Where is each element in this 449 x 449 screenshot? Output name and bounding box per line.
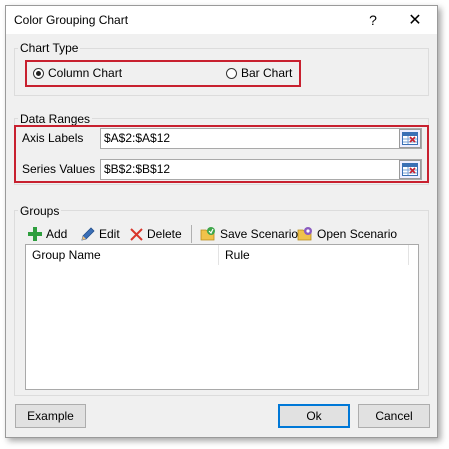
column-chart-radio[interactable]: Column Chart [33,66,122,80]
column-header-group-name[interactable]: Group Name [26,245,219,265]
pencil-icon [81,226,95,241]
bar-chart-radio[interactable]: Bar Chart [226,66,292,80]
groups-group-label: Groups [18,204,62,218]
close-icon: ✕ [408,12,422,29]
delete-button[interactable]: Delete [130,225,182,243]
help-button[interactable]: ? [356,6,390,34]
toolbar-separator [191,225,192,243]
ok-button[interactable]: Ok [278,404,350,428]
axis-labels-label: Axis Labels [22,131,84,145]
title-bar: Color Grouping Chart ? ✕ [6,6,437,34]
edit-label: Edit [99,227,120,241]
window-title: Color Grouping Chart [14,13,129,27]
dialog-body: Chart Type Column Chart Bar Chart Data R… [6,34,437,437]
bar-chart-label: Bar Chart [241,66,293,80]
edit-button[interactable]: Edit [80,225,120,243]
series-values-range-picker[interactable] [399,160,421,179]
groups-list[interactable]: Group Name Rule [25,244,419,390]
open-scenario-label: Open Scenario [317,227,398,241]
range-select-icon [402,132,418,145]
data-ranges-group-label: Data Ranges [18,112,93,126]
help-icon: ? [369,12,377,28]
radio-checked-icon [33,67,44,79]
example-button[interactable]: Example [15,404,86,428]
delete-x-icon [130,227,143,241]
open-scenario-button[interactable]: Open Scenario [297,225,397,243]
open-scenario-icon [297,227,312,241]
chart-type-group-label: Chart Type [18,41,81,55]
column-header-rule[interactable]: Rule [219,245,409,265]
color-grouping-chart-dialog: Color Grouping Chart ? ✕ Chart Type Colu… [5,5,438,438]
series-values-input[interactable]: $B$2:$B$12 [100,159,422,180]
plus-icon [28,227,42,241]
save-scenario-button[interactable]: Save Scenario [200,225,298,243]
range-select-icon [402,163,418,176]
add-label: Add [46,227,68,241]
axis-labels-range-picker[interactable] [399,129,421,148]
series-values-label: Series Values [22,162,96,176]
radio-unchecked-icon [226,67,237,79]
cancel-button[interactable]: Cancel [358,404,430,428]
save-scenario-label: Save Scenario [220,227,299,241]
close-button[interactable]: ✕ [398,6,432,34]
add-button[interactable]: Add [28,225,67,243]
save-scenario-icon [200,227,215,241]
column-chart-label: Column Chart [48,66,123,80]
delete-label: Delete [147,227,182,241]
axis-labels-input[interactable]: $A$2:$A$12 [100,128,422,149]
